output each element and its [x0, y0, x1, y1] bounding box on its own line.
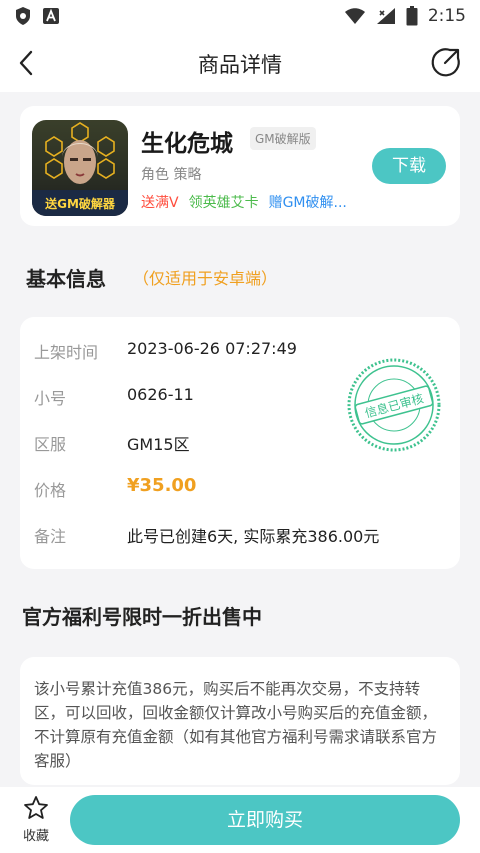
perk-tag: 领英雄艾卡	[188, 195, 259, 211]
offer-title: 官方福利号限时一折出售中	[22, 605, 262, 629]
price-value: ¥35.00	[127, 475, 197, 496]
shield-icon	[16, 7, 30, 25]
verified-stamp: 信息已审核	[347, 358, 441, 452]
status-time: 2:15	[427, 6, 466, 26]
basic-info-card: 上架时间 2023-06-26 07:27:49 小号 0626-11 区服 G…	[20, 317, 460, 569]
perk-tag: 赠GM破解...	[268, 195, 347, 211]
page-title: 商品详情	[198, 53, 282, 77]
favorite-button[interactable]: 收藏	[14, 795, 58, 844]
offer-description: 该小号累计充值386元，购买后不能再次交易，不支持转区，可以回收，回收金额仅计算…	[34, 680, 438, 770]
basic-info-note: （仅适用于安卓端）	[133, 269, 278, 288]
info-label: 上架时间	[34, 343, 99, 362]
perk-tag: 送满V	[141, 195, 179, 211]
status-left-icons	[14, 6, 60, 26]
game-tag: GM破解版	[250, 127, 316, 150]
game-name: 生化危城	[141, 131, 233, 157]
download-button[interactable]: 下载	[372, 148, 446, 184]
info-value: 2023-06-26 07:27:49	[127, 339, 297, 358]
offer-description-card: 该小号累计充值386元，购买后不能再次交易，不支持转区，可以回收，回收金额仅计算…	[20, 657, 460, 785]
battery-icon	[406, 6, 418, 26]
game-card[interactable]: 送GM破解器 生化危城 GM破解版 角色 策略 送满V 领英雄艾卡 赠GM破解.…	[20, 106, 460, 226]
buy-now-button[interactable]: 立即购买	[70, 795, 460, 845]
top-nav-bar: 商品详情	[0, 34, 480, 92]
game-perks: 送满V 领英雄艾卡 赠GM破解...	[141, 192, 347, 212]
game-categories: 角色 策略	[141, 167, 202, 183]
info-value: 此号已创建6天, 实际累充386.00元	[127, 527, 380, 546]
basic-info-title: 基本信息	[26, 267, 106, 291]
info-label: 小号	[34, 389, 67, 408]
info-label: 价格	[34, 481, 67, 500]
bottom-action-bar: 收藏 立即购买	[0, 787, 480, 853]
status-bar: 2:15	[0, 0, 480, 34]
info-value: 0626-11	[127, 385, 194, 404]
info-label: 备注	[34, 527, 67, 546]
wifi-icon	[344, 8, 365, 24]
thumbnail-text: 送GM破解器	[44, 196, 116, 211]
a-icon	[43, 8, 59, 24]
share-icon[interactable]	[430, 46, 462, 78]
favorite-label: 收藏	[22, 829, 49, 844]
game-thumbnail[interactable]: 送GM破解器	[32, 120, 128, 216]
signal-icon	[376, 8, 395, 24]
info-label: 区服	[34, 435, 67, 454]
star-icon	[24, 796, 48, 819]
status-right-icons: 2:15	[344, 6, 466, 26]
info-value: GM15区	[127, 435, 190, 454]
